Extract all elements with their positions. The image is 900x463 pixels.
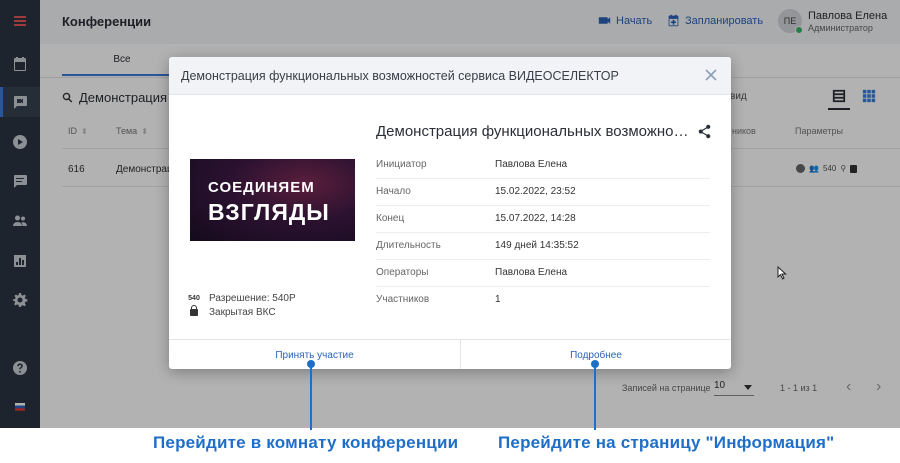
detail-value: 15.02.2022, 23:52 [495,186,576,197]
share-button[interactable] [697,124,712,139]
share-icon [698,124,711,139]
lock-icon [190,305,198,316]
access-info: Закрытая ВКС [187,305,276,318]
conference-title: Демонстрация функциональных возможностей… [376,123,694,140]
detail-row-participants: Участников 1 [376,287,710,314]
conference-banner-image: СОЕДИНЯЕМ ВЗГЛЯДЫ [190,159,355,241]
detail-value: 15.07.2022, 14:28 [495,213,576,224]
conference-info-dialog: Демонстрация функциональных возможностей… [169,57,731,369]
join-callout-text: Перейдите в комнату конференции [153,433,459,452]
info-callout-text: Перейдите на страницу "Информация" [498,433,835,452]
access-text: Закрытая ВКС [209,306,276,318]
detail-row-duration: Длительность 149 дней 14:35:52 [376,233,710,260]
detail-key: Конец [376,213,405,224]
detail-key: Операторы [376,267,429,278]
detail-value: Павлова Елена [495,267,568,278]
detail-key: Инициатор [376,159,427,170]
detail-key: Длительность [376,240,441,251]
dialog-footer: Принять участие Подробнее [169,339,731,369]
banner-text-line2: ВЗГЛЯДЫ [208,199,330,225]
join-callout-line [310,364,312,430]
close-button[interactable] [703,67,719,83]
resolution-info: 540 Разрешение: 540P [187,293,296,304]
info-callout-line [594,364,596,430]
app-window: Конференции Начать Запланировать ПЕ Павл… [0,0,900,428]
mouse-cursor-icon [777,266,787,280]
resolution-badge-icon: 540 [188,295,200,302]
close-icon [705,69,717,81]
detail-key: Начало [376,186,411,197]
resolution-text: Разрешение: 540P [209,293,296,304]
dialog-header: Демонстрация функциональных возможностей… [169,57,731,95]
detail-row-operators: Операторы Павлова Елена [376,260,710,287]
detail-row-start: Начало 15.02.2022, 23:52 [376,179,710,206]
detail-value: 1 [495,294,501,305]
lock-icon-wrap [187,305,201,318]
detail-row-end: Конец 15.07.2022, 14:28 [376,206,710,233]
banner-text-line1: СОЕДИНЯЕМ [208,179,315,196]
detail-key: Участников [376,294,430,305]
detail-value: 149 дней 14:35:52 [495,240,579,251]
dialog-title: Демонстрация функциональных возможностей… [181,69,619,83]
detail-row-initiator: Инициатор Павлова Елена [376,152,710,179]
detail-value: Павлова Елена [495,159,568,170]
